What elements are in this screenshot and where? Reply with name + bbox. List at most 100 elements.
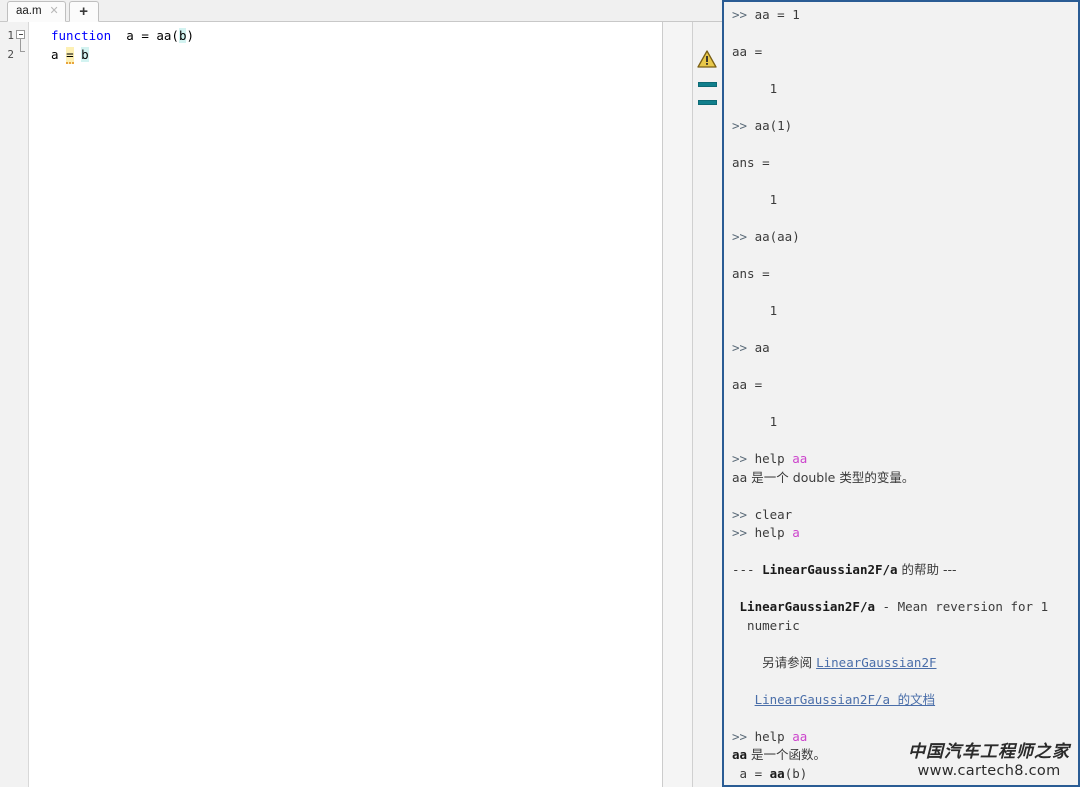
console-prompt: >> (732, 229, 755, 244)
console-line-text: 1 (732, 192, 778, 207)
console-indent (732, 692, 755, 707)
console-help-doc-line: LinearGaussian2F/a 的文档 (732, 691, 1078, 710)
console-help-fn-name: aa (732, 747, 748, 762)
console-command-line: >> clear (732, 506, 1078, 525)
console-help-dash: --- (732, 562, 763, 577)
console-help-desc: LinearGaussian2F/a - Mean reversion for … (732, 598, 1078, 617)
console-help-header-name: LinearGaussian2F/a (762, 562, 898, 577)
console-see-also-link[interactable]: LinearGaussian2F (816, 655, 936, 670)
console-doc-link[interactable]: LinearGaussian2F/a 的文档 (755, 692, 936, 707)
fold-bracket-foot (20, 51, 25, 52)
console-line-text: help (754, 525, 793, 540)
command-window-pane[interactable]: >> aa = 1 aa = 1 >> aa(1) ans = 1 >> aa(aa) a… (722, 0, 1080, 787)
console-help-header-suffix: 的帮助 --- (897, 562, 957, 577)
console-line-text: 1 (732, 414, 778, 429)
console-see-also-label: 另请参阅 (762, 654, 817, 670)
code-analyzer-marker[interactable] (698, 82, 717, 87)
console-prompt: >> (732, 118, 755, 133)
code-editor-area[interactable]: function a = aa(b) a = b (29, 22, 663, 787)
console-output-line: aa = (732, 376, 1078, 395)
console-help-argument: aa (792, 451, 808, 466)
console-output-line: aa 是一个函数。 (732, 746, 1078, 765)
console-command-line: >> aa (732, 339, 1078, 358)
code-line-2: a = b (29, 45, 662, 64)
code-line-1-tail: ) (186, 28, 195, 43)
editor-tabstrip: aa.m ✕ + (0, 0, 722, 22)
console-signature-name: aa (769, 765, 785, 781)
console-prompt: >> (732, 451, 755, 466)
console-line-text: aa = (732, 377, 763, 392)
code-analyzer-ribbon[interactable] (692, 22, 722, 787)
line-number: 1 (7, 29, 14, 42)
console-help-argument: aa (792, 728, 808, 744)
console-line-text: aa (754, 340, 770, 355)
console-help-see-also: 另请参阅 LinearGaussian2F (732, 654, 1078, 673)
console-line-text: aa = 1 (754, 7, 800, 22)
console-line-text: 1 (732, 303, 778, 318)
console-line-text: aa = (732, 44, 763, 59)
console-help-desc-body: - Mean reversion for (875, 599, 1041, 614)
keyword-function: function (51, 28, 112, 43)
console-prompt: >> (732, 506, 755, 522)
console-line-text: help (754, 451, 793, 466)
code-line-1-mid: a = aa( (111, 28, 179, 43)
console-output-line: aa 是一个 double 类型的变量。 (732, 469, 1078, 488)
console-command-line: >> help aa (732, 450, 1078, 469)
line-number-column: 1 2 (0, 26, 14, 64)
console-command-line: >> aa = 1 (732, 6, 1078, 25)
editor-gutter: 1 2 (0, 22, 29, 787)
console-line-text: aa(aa) (754, 229, 800, 244)
console-help-header: --- LinearGaussian2F/a 的帮助 --- (732, 561, 1078, 580)
console-command-line: >> help a (732, 524, 1078, 543)
command-window-scroll[interactable]: >> aa = 1 aa = 1 >> aa(1) ans = 1 >> aa(aa) a… (724, 2, 1078, 785)
console-help-fn-text: 是一个函数。 (747, 747, 827, 762)
console-output-line: 1 (732, 191, 1078, 210)
console-prompt: >> (732, 340, 755, 355)
code-fold-column (16, 26, 29, 66)
code-line-2-sep (74, 47, 82, 62)
console-help-result: aa 是一个 double 类型的变量。 (732, 469, 915, 485)
console-command-line: >> aa(1) (732, 117, 1078, 136)
close-icon[interactable]: ✕ (49, 6, 60, 17)
console-line-text: aa(1) (754, 118, 793, 133)
console-indent (732, 655, 762, 670)
console-command-line: >> help aa (732, 728, 1078, 747)
console-help-argument: a (792, 525, 800, 540)
console-output-line: aa = (732, 43, 1078, 62)
editor-right-spacer (663, 22, 692, 787)
console-line-text: 1 (732, 81, 778, 96)
code-analyzer-marker[interactable] (698, 100, 717, 105)
console-command-line: >> aa(aa) (732, 228, 1078, 247)
console-help-desc-type-text: numeric (732, 617, 800, 633)
console-output-line: 1 (732, 80, 1078, 99)
console-help-desc-type: numeric (732, 617, 1078, 636)
fold-collapse-icon[interactable] (16, 30, 25, 39)
new-tab-button[interactable]: + (68, 1, 99, 22)
console-output-line: 1 (732, 413, 1078, 432)
console-prompt: >> (732, 525, 755, 540)
console-output-line: ans = (732, 265, 1078, 284)
warning-triangle-icon[interactable] (697, 50, 717, 68)
console-line-text: ans = (732, 266, 770, 281)
editor-body: 1 2 function a = aa(b) a = b (0, 22, 722, 787)
warned-assignment-operator: = (66, 47, 74, 64)
editor-tab-label: aa.m (16, 4, 42, 17)
editor-tab-aa-m[interactable]: aa.m ✕ (7, 1, 66, 22)
console-line-text: help (754, 728, 793, 744)
